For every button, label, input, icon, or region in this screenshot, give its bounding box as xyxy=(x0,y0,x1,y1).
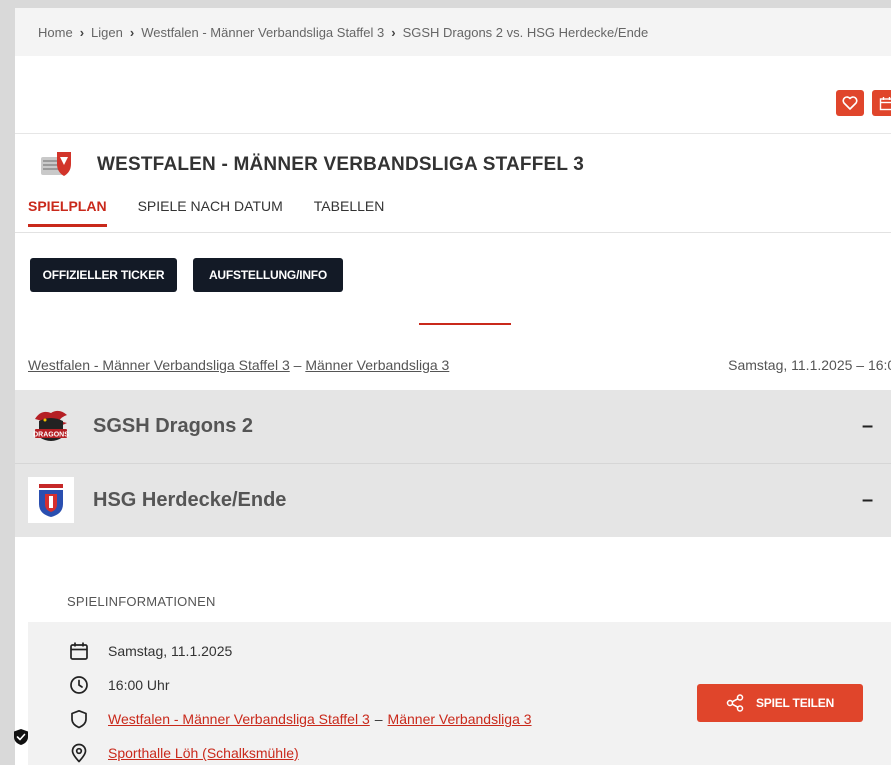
info-row-venue: Sporthalle Löh (Schalksmühle) xyxy=(68,742,299,764)
league-logo xyxy=(41,152,71,176)
group-link[interactable]: Männer Verbandsliga 3 xyxy=(305,357,449,373)
info-row-time: 16:00 Uhr xyxy=(68,674,169,696)
league-title: WESTFALEN - MÄNNER VERBANDSLIGA STAFFEL … xyxy=(97,154,585,175)
share-button-label: SPIEL TEILEN xyxy=(755,696,835,710)
team-name-home: SGSH Dragons 2 xyxy=(93,415,254,437)
tab-tabellen[interactable]: TABELLEN xyxy=(314,198,385,227)
chevron-right-icon: › xyxy=(79,24,85,40)
calendar-icon xyxy=(68,640,90,662)
breadcrumb-current: SGSH Dragons 2 vs. HSG Herdecke/Ende xyxy=(402,24,649,40)
team-score-home: – xyxy=(862,415,874,437)
separator-dash: – xyxy=(374,711,383,727)
info-venue-link[interactable]: Sporthalle Löh (Schalksmühle) xyxy=(108,745,299,761)
team-score-away: – xyxy=(862,488,874,511)
breadcrumb-league[interactable]: Westfalen - Männer Verbandsliga Staffel … xyxy=(141,25,384,40)
calendar-export-button[interactable] xyxy=(872,90,891,116)
tab-spielplan[interactable]: SPIELPLAN xyxy=(28,198,107,227)
tab-spiele-nach-datum[interactable]: SPIELE NACH DATUM xyxy=(138,198,283,227)
match-meta: Westfalen - Männer Verbandsliga Staffel … xyxy=(28,357,891,373)
heart-icon xyxy=(842,96,858,110)
breadcrumb-home[interactable]: Home xyxy=(38,25,73,40)
team-row-away[interactable]: HSG Herdecke/Ende – xyxy=(15,463,891,536)
league-header: WESTFALEN - MÄNNER VERBANDSLIGA STAFFEL … xyxy=(37,150,584,180)
section-label-spielinformationen: SPIELINFORMATIONEN xyxy=(67,594,216,609)
chevron-right-icon: › xyxy=(129,24,135,40)
breadcrumb-ligen[interactable]: Ligen xyxy=(91,25,123,40)
team-logo-herdecke xyxy=(28,477,74,523)
section-accent-line xyxy=(419,323,511,325)
team-logo-dragons: DRAGONS xyxy=(28,404,74,450)
official-ticker-button[interactable]: OFFIZIELLER TICKER xyxy=(30,258,177,292)
privacy-shield-icon[interactable] xyxy=(13,728,29,746)
shield-icon xyxy=(68,708,90,730)
action-toolbar xyxy=(15,56,891,134)
tabs-divider xyxy=(15,232,891,233)
tab-bar: SPIELPLAN SPIELE NACH DATUM TABELLEN xyxy=(28,198,415,227)
clock-icon xyxy=(68,674,90,696)
breadcrumb: Home › Ligen › Westfalen - Männer Verban… xyxy=(15,8,891,56)
teams-scoreboard: DRAGONS SGSH Dragons 2 – HSG Herdecke/En… xyxy=(15,390,891,537)
team-row-home[interactable]: DRAGONS SGSH Dragons 2 – xyxy=(15,390,891,463)
league-link[interactable]: Westfalen - Männer Verbandsliga Staffel … xyxy=(28,357,290,373)
favorite-button[interactable] xyxy=(836,90,864,116)
calendar-icon xyxy=(879,96,891,110)
lineup-info-button[interactable]: AUFSTELLUNG/INFO xyxy=(193,258,343,292)
info-league-link[interactable]: Westfalen - Männer Verbandsliga Staffel … xyxy=(108,711,370,727)
match-date-time: Samstag, 11.1.2025 – 16:00 xyxy=(728,357,891,373)
team-name-away: HSG Herdecke/Ende xyxy=(93,488,287,511)
separator-dash: – xyxy=(293,357,302,373)
page: Home › Ligen › Westfalen - Männer Verban… xyxy=(15,8,891,765)
info-time: 16:00 Uhr xyxy=(108,677,170,693)
info-group-link[interactable]: Männer Verbandsliga 3 xyxy=(388,711,532,727)
share-icon xyxy=(726,694,744,712)
share-match-button[interactable]: SPIEL TEILEN xyxy=(697,684,863,722)
info-row-league: Westfalen - Männer Verbandsliga Staffel … xyxy=(68,708,532,730)
chevron-right-icon: › xyxy=(391,24,396,40)
location-pin-icon xyxy=(68,742,90,764)
info-date: Samstag, 11.1.2025 xyxy=(108,643,233,659)
svg-text:DRAGONS: DRAGONS xyxy=(33,431,69,438)
info-row-date: Samstag, 11.1.2025 xyxy=(68,640,232,662)
